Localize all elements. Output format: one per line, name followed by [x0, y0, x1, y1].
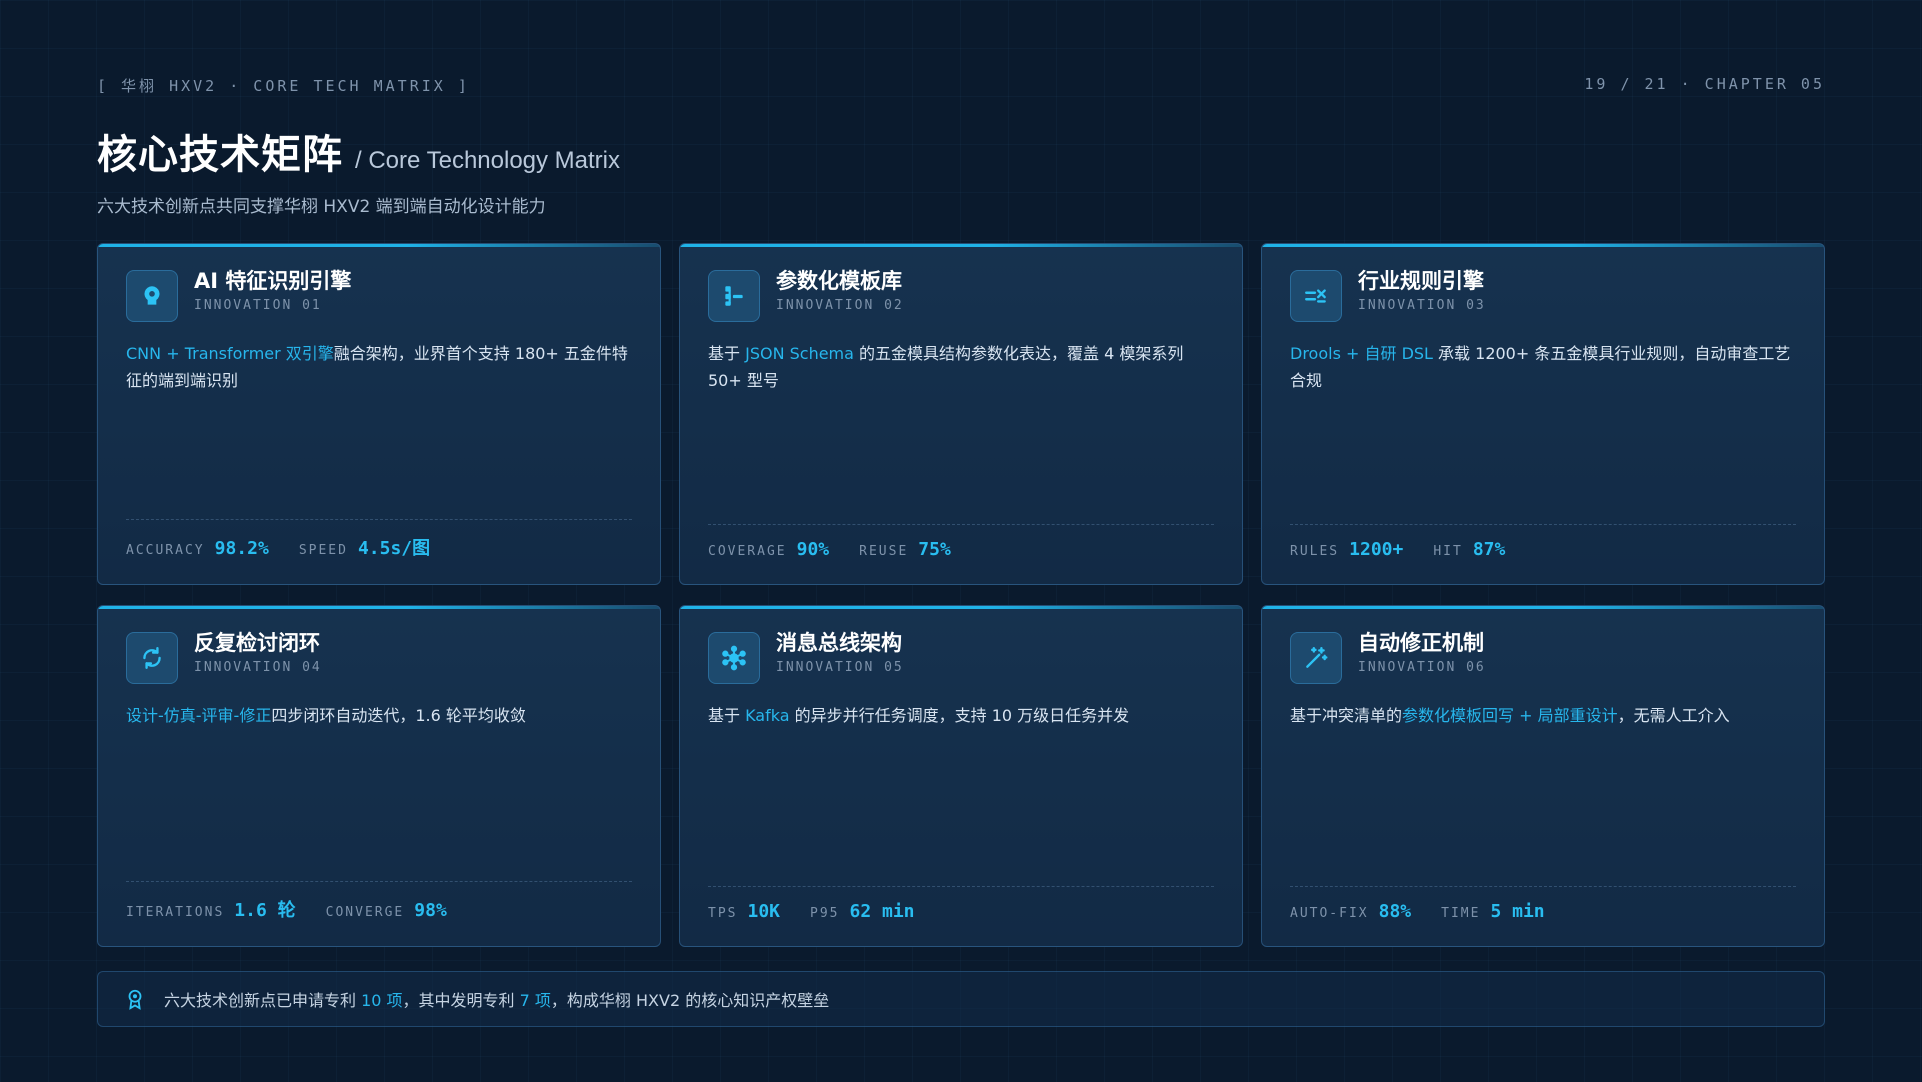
card-tag: INNOVATION 01: [194, 298, 322, 313]
metric-label: HIT: [1433, 544, 1463, 559]
card-description: 基于 Kafka 的异步并行任务调度，支持 10 万级日任务并发: [708, 702, 1214, 729]
card-description: 设计-仿真-评审-修正四步闭环自动迭代，1.6 轮平均收敛: [126, 702, 632, 729]
card-industry-rules-engine: 行业规则引擎 INNOVATION 03 Drools + 自研 DSL 承载 …: [1261, 243, 1825, 585]
template-tree-icon: [708, 270, 760, 322]
page-title-cn: 核心技术矩阵: [97, 132, 343, 178]
card-title: 自动修正机制: [1358, 631, 1484, 655]
desc-text: 基于冲突清单的: [1290, 706, 1403, 725]
desc-text: 基于: [708, 344, 746, 363]
network-hub-icon: [708, 632, 760, 684]
patent-note: 六大技术创新点已申请专利 10 项，其中发明专利 7 项，构成华栩 HXV2 的…: [97, 971, 1825, 1027]
card-auto-fix: 自动修正机制 INNOVATION 06 基于冲突清单的参数化模板回写 + 局部…: [1261, 605, 1825, 947]
card-title: 反复检讨闭环: [194, 631, 320, 655]
desc-highlight: 参数化模板回写 + 局部重设计: [1402, 706, 1618, 725]
desc-highlight: JSON Schema: [745, 344, 854, 363]
metric-label: ACCURACY: [126, 543, 205, 558]
award-icon: [128, 989, 142, 1010]
card-metrics: AUTO-FIX 88% TIME 5 min: [1290, 886, 1796, 922]
note-text: ，其中发明专利: [402, 991, 520, 1010]
note-text: ，构成华栩 HXV2 的核心知识产权壁垒: [550, 991, 830, 1010]
note-highlight: 7 项: [519, 991, 551, 1010]
metric-label: TPS: [708, 906, 738, 921]
card-review-closed-loop: 反复检讨闭环 INNOVATION 04 设计-仿真-评审-修正四步闭环自动迭代…: [97, 605, 661, 947]
metric-label: COVERAGE: [708, 544, 787, 559]
desc-highlight: Drools + 自研 DSL: [1290, 344, 1433, 363]
note-highlight: 10 项: [361, 991, 403, 1010]
desc-text: 基于: [708, 706, 746, 725]
metric-label: CONVERGE: [325, 905, 405, 920]
metric-value: 4.5s/图: [357, 538, 431, 559]
metric-value: 75%: [918, 539, 951, 560]
card-parametric-template-lib: 参数化模板库 INNOVATION 02 基于 JSON Schema 的五金模…: [679, 243, 1243, 585]
metric-value: 98%: [414, 900, 447, 921]
card-metrics: COVERAGE 90% REUSE 75%: [708, 524, 1214, 560]
metric-label: ITERATIONS: [126, 905, 225, 920]
rules-check-icon: [1290, 270, 1342, 322]
desc-highlight: 设计-仿真-评审-修正: [126, 706, 272, 725]
card-tag: INNOVATION 04: [194, 660, 322, 675]
card-message-bus: 消息总线架构 INNOVATION 05 基于 Kafka 的异步并行任务调度，…: [679, 605, 1243, 947]
card-title: 行业规则引擎: [1358, 269, 1484, 293]
card-tag: INNOVATION 02: [776, 298, 904, 313]
card-description: CNN + Transformer 双引擎融合架构，业界首个支持 180+ 五金…: [126, 340, 632, 394]
note-text: 六大技术创新点已申请专利: [164, 991, 362, 1010]
metric-value: 87%: [1472, 539, 1506, 560]
metric-label: P95: [810, 906, 840, 921]
metric-value: 88%: [1378, 901, 1412, 922]
desc-text: 四步闭环自动迭代，1.6 轮平均收敛: [271, 706, 526, 725]
metric-value: 62 min: [849, 901, 915, 922]
brain-icon: [126, 270, 178, 322]
desc-highlight: Kafka: [745, 706, 790, 725]
metric-label: REUSE: [859, 544, 909, 559]
card-metrics: TPS 10K P95 62 min: [708, 886, 1214, 922]
card-ai-feature-engine: AI 特征识别引擎 INNOVATION 01 CNN + Transforme…: [97, 243, 661, 585]
metric-value: 90%: [796, 539, 830, 560]
card-description: 基于冲突清单的参数化模板回写 + 局部重设计，无需人工介入: [1290, 702, 1796, 729]
metric-value: 10K: [747, 901, 780, 922]
metric-value: 5 min: [1490, 901, 1545, 922]
card-title: AI 特征识别引擎: [194, 269, 352, 293]
card-metrics: RULES 1200+ HIT 87%: [1290, 524, 1796, 560]
card-description: Drools + 自研 DSL 承载 1200+ 条五金模具行业规则，自动审查工…: [1290, 340, 1796, 394]
page-indicator: 19 / 21 · CHAPTER 05: [1584, 75, 1825, 93]
metric-label: SPEED: [298, 543, 348, 558]
card-tag: INNOVATION 06: [1358, 660, 1486, 675]
metric-value: 1.6 轮: [234, 900, 296, 921]
deck-tag: [ 华栩 HXV2 · CORE TECH MATRIX ]: [97, 77, 470, 95]
metric-value: 98.2%: [214, 538, 269, 559]
card-metrics: ITERATIONS 1.6 轮 CONVERGE 98%: [126, 881, 632, 922]
card-metrics: ACCURACY 98.2% SPEED 4.5s/图: [126, 519, 632, 560]
loop-arrows-icon: [126, 632, 178, 684]
card-description: 基于 JSON Schema 的五金模具结构参数化表达，覆盖 4 模架系列 50…: [708, 340, 1214, 394]
tech-card-grid: AI 特征识别引擎 INNOVATION 01 CNN + Transforme…: [97, 243, 1825, 947]
page-title: 核心技术矩阵 / Core Technology Matrix: [97, 122, 620, 180]
card-title: 参数化模板库: [776, 269, 902, 293]
card-tag: INNOVATION 03: [1358, 298, 1486, 313]
magic-wand-icon: [1290, 632, 1342, 684]
metric-value: 1200+: [1349, 539, 1404, 560]
page-title-en: / Core Technology Matrix: [355, 147, 621, 174]
metric-label: AUTO-FIX: [1290, 906, 1369, 921]
desc-text: ，无需人工介入: [1617, 706, 1730, 725]
top-bar: [ 华栩 HXV2 · CORE TECH MATRIX ] 19 / 21 ·…: [97, 75, 1825, 96]
desc-text: 的异步并行任务调度，支持 10 万级日任务并发: [789, 706, 1130, 725]
page-subtitle: 六大技术创新点共同支撑华栩 HXV2 端到端自动化设计能力: [97, 197, 546, 217]
card-title: 消息总线架构: [776, 631, 902, 655]
card-tag: INNOVATION 05: [776, 660, 904, 675]
desc-highlight: CNN + Transformer 双引擎: [126, 344, 334, 363]
metric-label: TIME: [1441, 906, 1481, 921]
metric-label: RULES: [1290, 544, 1340, 559]
